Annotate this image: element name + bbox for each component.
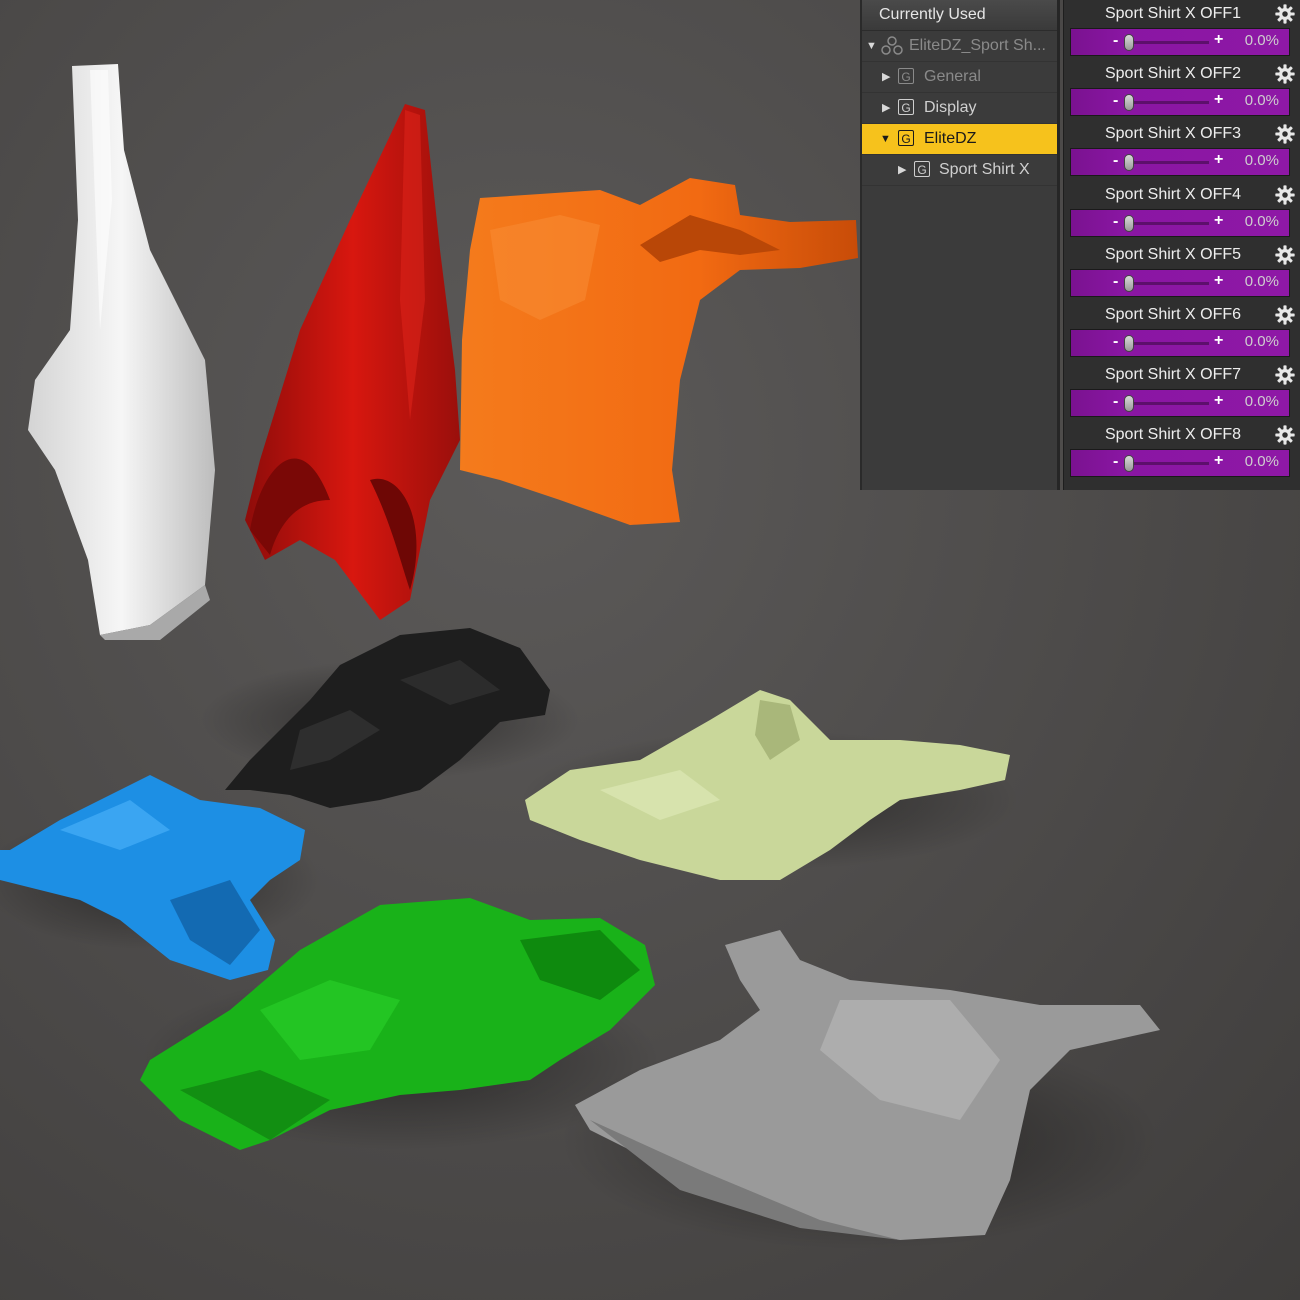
- slider-value[interactable]: 0.0%: [1245, 152, 1279, 169]
- gear-icon[interactable]: [1274, 63, 1296, 85]
- increment-button[interactable]: +: [1214, 91, 1223, 109]
- currently-used-header[interactable]: Currently Used: [862, 0, 1057, 31]
- slider-label: Sport Shirt X OFF6: [1104, 306, 1242, 323]
- decrement-button[interactable]: -: [1113, 213, 1118, 231]
- slider-rail[interactable]: [1127, 402, 1209, 406]
- orange-tank-top: [460, 178, 858, 525]
- morph-slider[interactable]: Sport Shirt X OFF5 - +0.0%: [1068, 241, 1296, 301]
- tree-item-elitedz[interactable]: ▼ G EliteDZ: [862, 124, 1057, 155]
- slider-rail[interactable]: [1127, 161, 1209, 165]
- increment-button[interactable]: +: [1214, 31, 1223, 49]
- increment-button[interactable]: +: [1214, 332, 1223, 350]
- 3d-render-scene: Currently Used ▼ EliteDZ_Sport Sh... ▶ G…: [0, 0, 1300, 1300]
- slider-handle[interactable]: [1124, 154, 1134, 172]
- slider-track[interactable]: - +0.0%: [1070, 268, 1290, 297]
- slider-track[interactable]: - +0.0%: [1070, 389, 1290, 418]
- slider-rail[interactable]: [1127, 281, 1209, 285]
- tree-item-label: Display: [924, 99, 977, 116]
- tree-item-general[interactable]: ▶ G General: [862, 62, 1057, 93]
- slider-label: Sport Shirt X OFF4: [1104, 185, 1242, 203]
- morph-slider[interactable]: Sport Shirt X OFF8 - +0.0%: [1068, 421, 1296, 481]
- expand-down-arrow-icon[interactable]: ▼: [866, 31, 877, 61]
- tree-item-label: EliteDZ: [924, 130, 977, 147]
- decrement-button[interactable]: -: [1113, 333, 1118, 351]
- slider-track[interactable]: - +0.0%: [1070, 28, 1290, 56]
- slider-handle[interactable]: [1124, 94, 1134, 112]
- tree-root-item[interactable]: ▼ EliteDZ_Sport Sh...: [862, 31, 1057, 62]
- slider-label: Sport Shirt X OFF5: [1104, 245, 1242, 263]
- increment-button[interactable]: +: [1214, 212, 1223, 230]
- slider-track[interactable]: - +0.0%: [1070, 148, 1290, 177]
- group-icon: G: [914, 161, 930, 177]
- decrement-button[interactable]: -: [1113, 393, 1118, 411]
- group-icon: G: [898, 130, 914, 146]
- slider-label: Sport Shirt X OFF1: [1104, 5, 1242, 22]
- slider-value[interactable]: 0.0%: [1245, 393, 1279, 410]
- red-tank-top: [245, 104, 460, 620]
- increment-button[interactable]: +: [1214, 272, 1223, 290]
- slider-rail[interactable]: [1127, 462, 1209, 466]
- slider-label: Sport Shirt X OFF3: [1104, 125, 1242, 143]
- slider-rail[interactable]: [1127, 101, 1209, 105]
- slider-label: Sport Shirt X OFF7: [1104, 366, 1242, 384]
- slider-track[interactable]: - +0.0%: [1070, 88, 1290, 117]
- slider-track[interactable]: - +0.0%: [1070, 208, 1290, 237]
- morph-slider-panel: Sport Shirt X OFF1- +0.0% Sport Shirt X OF…: [1063, 0, 1300, 490]
- slider-track[interactable]: - +0.0%: [1070, 449, 1290, 478]
- slider-label: Sport Shirt X OFF2: [1104, 65, 1242, 83]
- increment-button[interactable]: +: [1214, 151, 1223, 169]
- slider-value[interactable]: 0.0%: [1245, 273, 1279, 290]
- slider-value[interactable]: 0.0%: [1245, 32, 1279, 49]
- morph-slider[interactable]: Sport Shirt X OFF7 - +0.0%: [1068, 361, 1296, 421]
- slider-handle[interactable]: [1124, 34, 1134, 51]
- expand-right-arrow-icon[interactable]: ▶: [882, 62, 890, 92]
- morph-slider[interactable]: Sport Shirt X OFF3 - +0.0%: [1068, 120, 1296, 180]
- slider-handle[interactable]: [1124, 274, 1134, 292]
- expand-right-arrow-icon[interactable]: ▶: [882, 93, 890, 123]
- tree-root-label: EliteDZ_Sport Sh...: [909, 37, 1046, 54]
- increment-button[interactable]: +: [1214, 452, 1223, 470]
- slider-value[interactable]: 0.0%: [1245, 213, 1279, 230]
- slider-handle[interactable]: [1124, 214, 1134, 232]
- slider-value[interactable]: 0.0%: [1245, 333, 1279, 350]
- tree-item-sport-shirt-x[interactable]: ▶ G Sport Shirt X: [862, 155, 1057, 186]
- gear-icon[interactable]: [1274, 424, 1296, 446]
- slider-handle[interactable]: [1124, 455, 1134, 473]
- decrement-button[interactable]: -: [1113, 92, 1118, 110]
- morph-slider[interactable]: Sport Shirt X OFF1 - +0.0%: [1068, 0, 1296, 60]
- expand-right-arrow-icon[interactable]: ▶: [898, 155, 906, 185]
- slider-rail[interactable]: [1127, 41, 1209, 44]
- slider-track[interactable]: - +0.0%: [1070, 329, 1290, 357]
- slider-handle[interactable]: [1124, 335, 1134, 352]
- gear-icon[interactable]: [1274, 304, 1296, 326]
- tree-item-display[interactable]: ▶ G Display: [862, 93, 1057, 124]
- morph-slider[interactable]: Sport Shirt X OFF4 - +0.0%: [1068, 181, 1296, 241]
- increment-button[interactable]: +: [1214, 392, 1223, 410]
- gear-icon[interactable]: [1274, 123, 1296, 145]
- slider-rail[interactable]: [1127, 221, 1209, 225]
- gear-icon[interactable]: [1274, 244, 1296, 266]
- expand-down-arrow-icon[interactable]: ▼: [880, 124, 891, 154]
- decrement-button[interactable]: -: [1113, 32, 1118, 50]
- group-icon: G: [898, 68, 914, 84]
- slider-rail[interactable]: [1127, 342, 1209, 345]
- slider-handle[interactable]: [1124, 395, 1134, 413]
- decrement-button[interactable]: -: [1113, 152, 1118, 170]
- gear-icon[interactable]: [1274, 3, 1296, 25]
- white-tank-top: [28, 64, 215, 640]
- decrement-button[interactable]: -: [1113, 453, 1118, 471]
- morph-slider[interactable]: Sport Shirt X OFF6 - +0.0%: [1068, 301, 1296, 361]
- figure-node-icon: [881, 36, 903, 55]
- slider-value[interactable]: 0.0%: [1245, 453, 1279, 470]
- tree-item-label: General: [924, 68, 981, 85]
- group-icon: G: [898, 99, 914, 115]
- gear-icon[interactable]: [1274, 184, 1296, 206]
- property-tree-panel: Currently Used ▼ EliteDZ_Sport Sh... ▶ G…: [860, 0, 1060, 490]
- slider-label: Sport Shirt X OFF8: [1104, 426, 1242, 444]
- decrement-button[interactable]: -: [1113, 273, 1118, 291]
- gear-icon[interactable]: [1274, 364, 1296, 386]
- tree-item-label: Sport Shirt X: [939, 161, 1030, 178]
- morph-slider[interactable]: Sport Shirt X OFF2 - +0.0%: [1068, 60, 1296, 120]
- slider-value[interactable]: 0.0%: [1245, 92, 1279, 109]
